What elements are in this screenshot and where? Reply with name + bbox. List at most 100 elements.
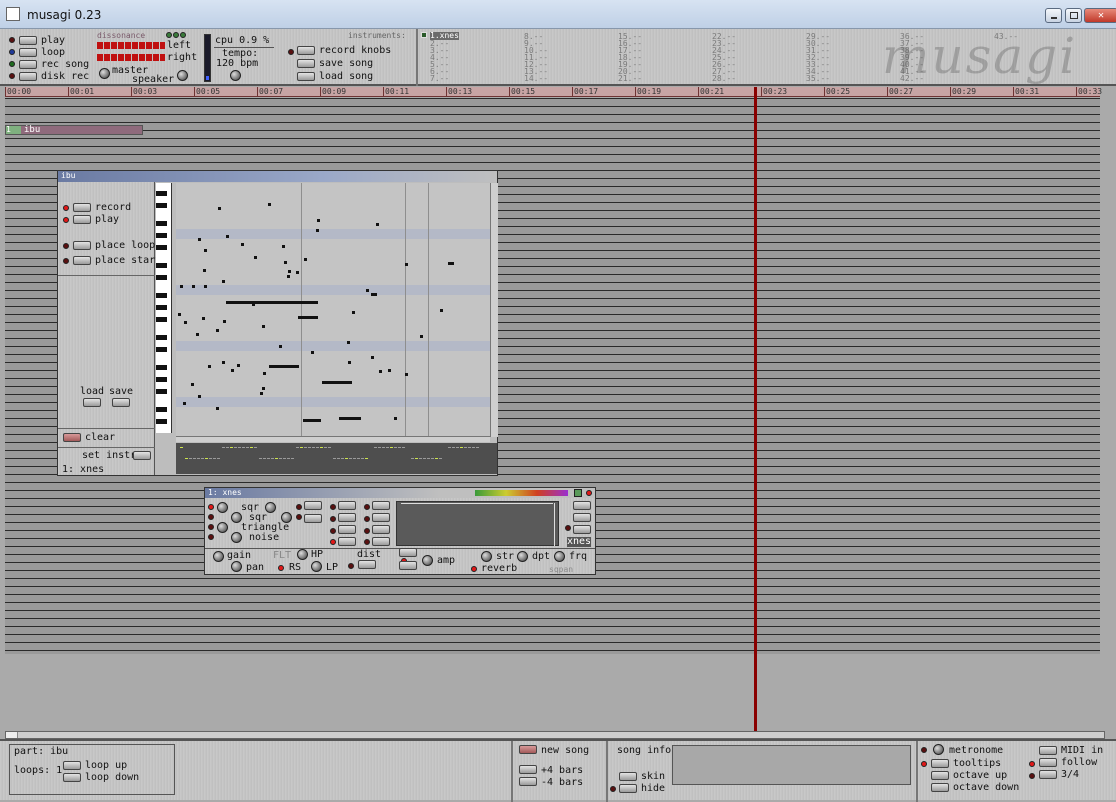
note[interactable] xyxy=(254,256,257,259)
note[interactable] xyxy=(237,364,240,367)
pr-save-button[interactable] xyxy=(112,398,130,407)
note[interactable] xyxy=(388,369,391,372)
clear-button[interactable] xyxy=(63,433,81,442)
metronome-knob[interactable] xyxy=(933,744,944,755)
three-four-button[interactable] xyxy=(1039,770,1057,779)
sqr1-knob[interactable] xyxy=(217,502,228,513)
str-knob[interactable] xyxy=(481,551,492,562)
black-key[interactable] xyxy=(156,347,167,352)
note[interactable] xyxy=(216,407,219,410)
synth-close-led[interactable] xyxy=(586,490,592,496)
song-hscroll[interactable] xyxy=(5,731,1105,739)
song-part[interactable]: 1 ibu xyxy=(5,125,143,135)
note[interactable] xyxy=(298,316,318,319)
note[interactable] xyxy=(287,275,290,278)
minimize-button[interactable] xyxy=(1045,8,1062,23)
note[interactable] xyxy=(440,309,443,312)
note[interactable] xyxy=(180,285,183,288)
master-knob[interactable] xyxy=(99,68,110,79)
note[interactable] xyxy=(379,370,382,373)
note[interactable] xyxy=(376,223,379,226)
speaker-knob[interactable] xyxy=(177,70,188,81)
hp-knob[interactable] xyxy=(297,549,308,560)
note[interactable] xyxy=(184,321,187,324)
note[interactable] xyxy=(303,419,321,422)
new-song-button[interactable] xyxy=(519,745,537,754)
note[interactable] xyxy=(196,333,199,336)
song-hscroll-thumb[interactable] xyxy=(6,732,18,738)
save-song-button[interactable] xyxy=(297,59,315,68)
dist-button[interactable] xyxy=(358,560,376,569)
pan-knob[interactable] xyxy=(231,561,242,572)
note[interactable] xyxy=(262,387,265,390)
skin-button[interactable] xyxy=(619,772,637,781)
instrument-slot[interactable]: 21.-- xyxy=(618,75,642,83)
instrument-slot[interactable]: 28.-- xyxy=(712,75,736,83)
note[interactable] xyxy=(284,261,287,264)
follow-button[interactable] xyxy=(1039,758,1057,767)
noise-knob[interactable] xyxy=(231,532,242,543)
env2-button-1[interactable] xyxy=(372,501,390,510)
note[interactable] xyxy=(316,229,319,232)
disk-rec-button[interactable] xyxy=(19,72,37,81)
piano-roll-header[interactable]: ibu xyxy=(58,171,497,182)
gain-knob[interactable] xyxy=(213,551,224,562)
note[interactable] xyxy=(371,356,374,359)
load-song-button[interactable] xyxy=(297,72,315,81)
instrument-slot[interactable]: 35.-- xyxy=(806,75,830,83)
plus4-bars-button[interactable] xyxy=(519,765,537,774)
note[interactable] xyxy=(269,365,299,368)
black-key[interactable] xyxy=(156,389,167,394)
piano-roll-window[interactable]: ibu record play place loop place start l… xyxy=(57,170,498,476)
black-key[interactable] xyxy=(156,221,167,226)
piano-keyboard[interactable] xyxy=(156,183,172,433)
note[interactable] xyxy=(282,245,285,248)
octave-up-button[interactable] xyxy=(931,771,949,780)
note[interactable] xyxy=(208,365,211,368)
lp-knob[interactable] xyxy=(311,561,322,572)
loop-up-button[interactable] xyxy=(63,761,81,770)
note[interactable] xyxy=(202,317,205,320)
note[interactable] xyxy=(448,262,454,265)
black-key[interactable] xyxy=(156,365,167,370)
black-key[interactable] xyxy=(156,377,167,382)
place-start-button[interactable] xyxy=(73,256,91,265)
env2-button-4[interactable] xyxy=(372,537,390,546)
song-info-field[interactable] xyxy=(672,745,911,785)
pr-record-button[interactable] xyxy=(73,203,91,212)
tooltips-button[interactable] xyxy=(931,759,949,768)
note[interactable] xyxy=(420,335,423,338)
black-key[interactable] xyxy=(156,419,167,424)
frq-knob[interactable] xyxy=(554,551,565,562)
note[interactable] xyxy=(322,381,352,384)
black-key[interactable] xyxy=(156,263,167,268)
osc-button-2[interactable] xyxy=(304,514,322,523)
note[interactable] xyxy=(226,301,318,304)
note[interactable] xyxy=(371,293,377,296)
note[interactable] xyxy=(252,303,255,306)
note[interactable] xyxy=(203,269,206,272)
note[interactable] xyxy=(339,417,361,420)
note[interactable] xyxy=(204,249,207,252)
note[interactable] xyxy=(222,361,225,364)
synth-window[interactable]: 1: xnes sqr sqr triangle noise xnes gain xyxy=(204,487,596,575)
note[interactable] xyxy=(296,271,299,274)
black-key[interactable] xyxy=(156,293,167,298)
timeline-ruler[interactable]: 00:00 00:01 00:03 00:05 00:07 00:09 00:11 00:13… xyxy=(5,87,1102,97)
maximize-button[interactable] xyxy=(1065,8,1082,23)
octave-down-button[interactable] xyxy=(931,783,949,792)
tempo-knob[interactable] xyxy=(230,70,241,81)
env2-button-2[interactable] xyxy=(372,513,390,522)
note[interactable] xyxy=(317,219,320,222)
black-key[interactable] xyxy=(156,233,167,238)
pr-play-button[interactable] xyxy=(73,215,91,224)
note[interactable] xyxy=(262,325,265,328)
note[interactable] xyxy=(198,238,201,241)
note[interactable] xyxy=(241,243,244,246)
synth-right-button-2[interactable] xyxy=(573,513,591,522)
black-key[interactable] xyxy=(156,305,167,310)
midi-in-button[interactable] xyxy=(1039,746,1057,755)
note[interactable] xyxy=(394,417,397,420)
grid-vscroll[interactable] xyxy=(490,183,498,437)
note[interactable] xyxy=(405,263,408,266)
